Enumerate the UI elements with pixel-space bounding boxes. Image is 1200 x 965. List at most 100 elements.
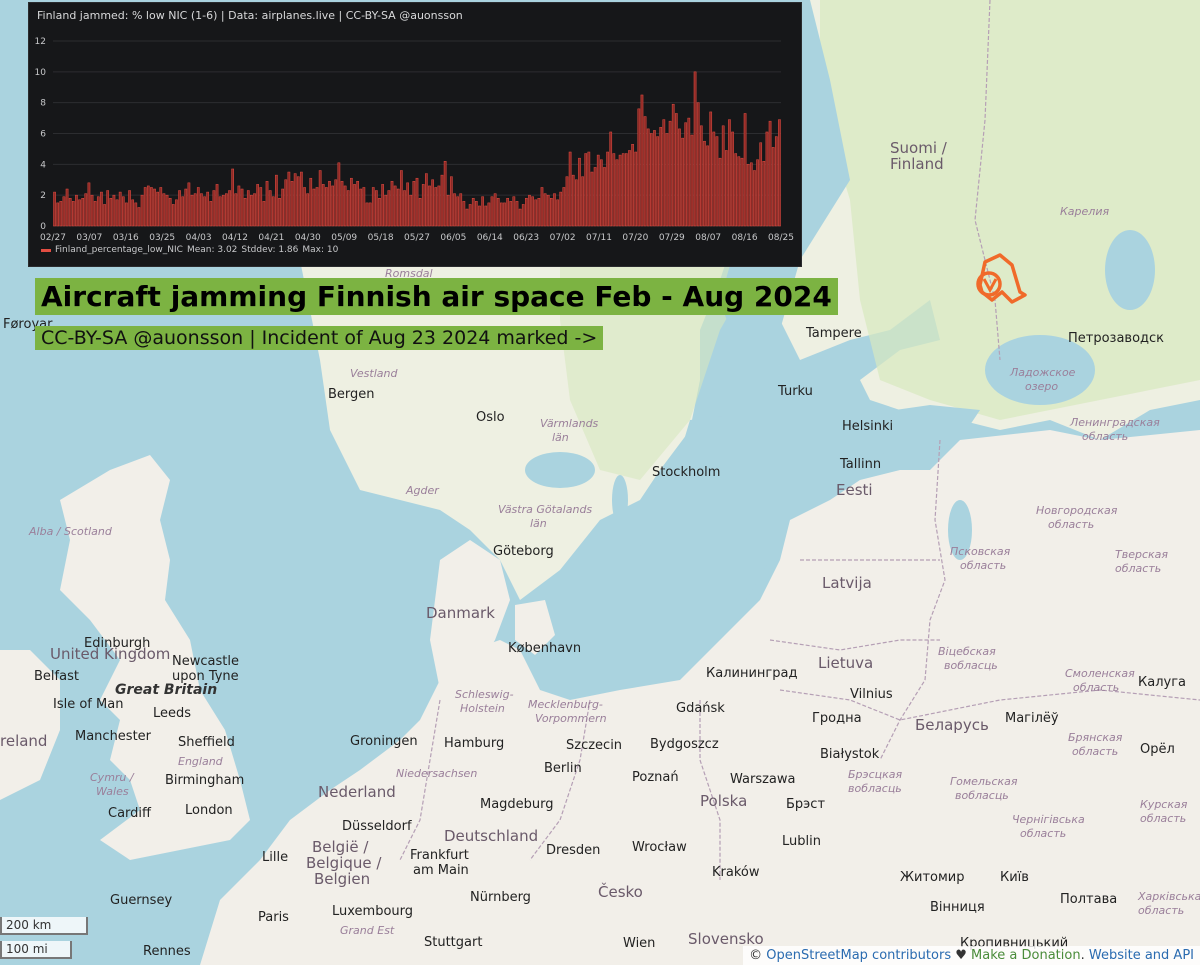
bar[interactable] bbox=[228, 190, 231, 227]
bar[interactable] bbox=[62, 196, 66, 227]
bar[interactable] bbox=[275, 174, 278, 227]
bar[interactable] bbox=[459, 193, 463, 227]
bar[interactable] bbox=[325, 187, 328, 227]
bar[interactable] bbox=[425, 173, 428, 227]
bar[interactable] bbox=[71, 201, 75, 227]
bar[interactable] bbox=[209, 201, 213, 227]
bar[interactable] bbox=[550, 198, 553, 227]
bar[interactable] bbox=[359, 188, 363, 227]
bar[interactable] bbox=[649, 133, 653, 227]
bar[interactable] bbox=[640, 94, 644, 227]
bar[interactable] bbox=[78, 199, 81, 227]
bar[interactable] bbox=[318, 170, 322, 227]
bar[interactable] bbox=[96, 196, 100, 227]
bar[interactable] bbox=[284, 179, 288, 227]
bar[interactable] bbox=[537, 198, 541, 227]
bar[interactable] bbox=[109, 198, 113, 227]
bar[interactable] bbox=[153, 188, 156, 227]
bar[interactable] bbox=[421, 184, 425, 227]
bar[interactable] bbox=[221, 194, 225, 227]
bar[interactable] bbox=[540, 187, 544, 227]
bar[interactable] bbox=[203, 196, 206, 227]
bar[interactable] bbox=[137, 207, 141, 227]
bar[interactable] bbox=[215, 184, 219, 227]
bar[interactable] bbox=[653, 130, 656, 227]
bar[interactable] bbox=[753, 170, 756, 227]
bar[interactable] bbox=[262, 201, 266, 227]
bar[interactable] bbox=[662, 119, 666, 227]
bar[interactable] bbox=[84, 193, 88, 227]
bar[interactable] bbox=[431, 179, 434, 227]
bar[interactable] bbox=[115, 199, 119, 227]
bar[interactable] bbox=[53, 191, 56, 227]
bar[interactable] bbox=[265, 181, 269, 227]
bar[interactable] bbox=[612, 153, 616, 227]
bar[interactable] bbox=[625, 153, 628, 227]
bar[interactable] bbox=[484, 205, 488, 227]
bar[interactable] bbox=[168, 198, 172, 227]
osm-contributors-link[interactable]: OpenStreetMap contributors bbox=[766, 948, 951, 963]
bar[interactable] bbox=[231, 168, 234, 227]
bar[interactable] bbox=[300, 171, 303, 227]
bar[interactable] bbox=[468, 204, 472, 227]
bar[interactable] bbox=[181, 196, 185, 227]
bar[interactable] bbox=[415, 177, 419, 227]
bar[interactable] bbox=[690, 134, 694, 227]
bar[interactable] bbox=[718, 157, 722, 227]
bar[interactable] bbox=[296, 176, 300, 227]
bar[interactable] bbox=[200, 193, 203, 227]
bar[interactable] bbox=[678, 128, 681, 227]
bar[interactable] bbox=[634, 151, 638, 227]
bar[interactable] bbox=[665, 133, 669, 227]
bar[interactable] bbox=[321, 184, 325, 227]
bar[interactable] bbox=[703, 140, 706, 227]
bar[interactable] bbox=[434, 187, 438, 227]
bar[interactable] bbox=[178, 190, 181, 227]
bar[interactable] bbox=[256, 184, 259, 227]
bar[interactable] bbox=[546, 194, 550, 227]
bar[interactable] bbox=[184, 188, 188, 227]
bar[interactable] bbox=[668, 120, 672, 227]
bar[interactable] bbox=[406, 182, 409, 227]
bar[interactable] bbox=[387, 190, 391, 227]
bar[interactable] bbox=[206, 191, 210, 227]
bar[interactable] bbox=[743, 113, 747, 227]
bar[interactable] bbox=[693, 71, 697, 227]
bar[interactable] bbox=[278, 198, 281, 227]
bar[interactable] bbox=[706, 145, 709, 227]
bar[interactable] bbox=[121, 196, 125, 227]
bar[interactable] bbox=[268, 190, 272, 227]
bar[interactable] bbox=[131, 199, 135, 227]
bar[interactable] bbox=[465, 208, 469, 227]
bar[interactable] bbox=[393, 185, 397, 227]
bar[interactable] bbox=[409, 194, 413, 227]
bar[interactable] bbox=[759, 142, 763, 227]
bar[interactable] bbox=[768, 120, 772, 227]
bar[interactable] bbox=[568, 151, 572, 227]
bar[interactable] bbox=[446, 194, 450, 227]
bar[interactable] bbox=[571, 174, 575, 227]
bar[interactable] bbox=[562, 187, 566, 227]
bar[interactable] bbox=[218, 196, 222, 227]
bar[interactable] bbox=[731, 131, 734, 227]
bar[interactable] bbox=[440, 174, 444, 227]
bar[interactable] bbox=[368, 202, 372, 227]
bar[interactable] bbox=[506, 198, 509, 227]
bar[interactable] bbox=[331, 185, 334, 227]
bar[interactable] bbox=[281, 188, 284, 227]
bar[interactable] bbox=[643, 116, 647, 227]
bar[interactable] bbox=[212, 190, 216, 227]
bar[interactable] bbox=[681, 137, 684, 227]
bar[interactable] bbox=[384, 194, 388, 227]
bar[interactable] bbox=[737, 156, 741, 227]
website-api-link[interactable]: Website and API bbox=[1089, 948, 1194, 963]
bar[interactable] bbox=[381, 184, 384, 227]
bar[interactable] bbox=[187, 182, 191, 227]
bar[interactable] bbox=[156, 191, 160, 227]
bar[interactable] bbox=[453, 193, 456, 227]
bar[interactable] bbox=[774, 136, 778, 227]
bar[interactable] bbox=[709, 111, 713, 227]
bar[interactable] bbox=[59, 201, 63, 227]
bar[interactable] bbox=[56, 202, 60, 227]
bar[interactable] bbox=[521, 204, 525, 227]
